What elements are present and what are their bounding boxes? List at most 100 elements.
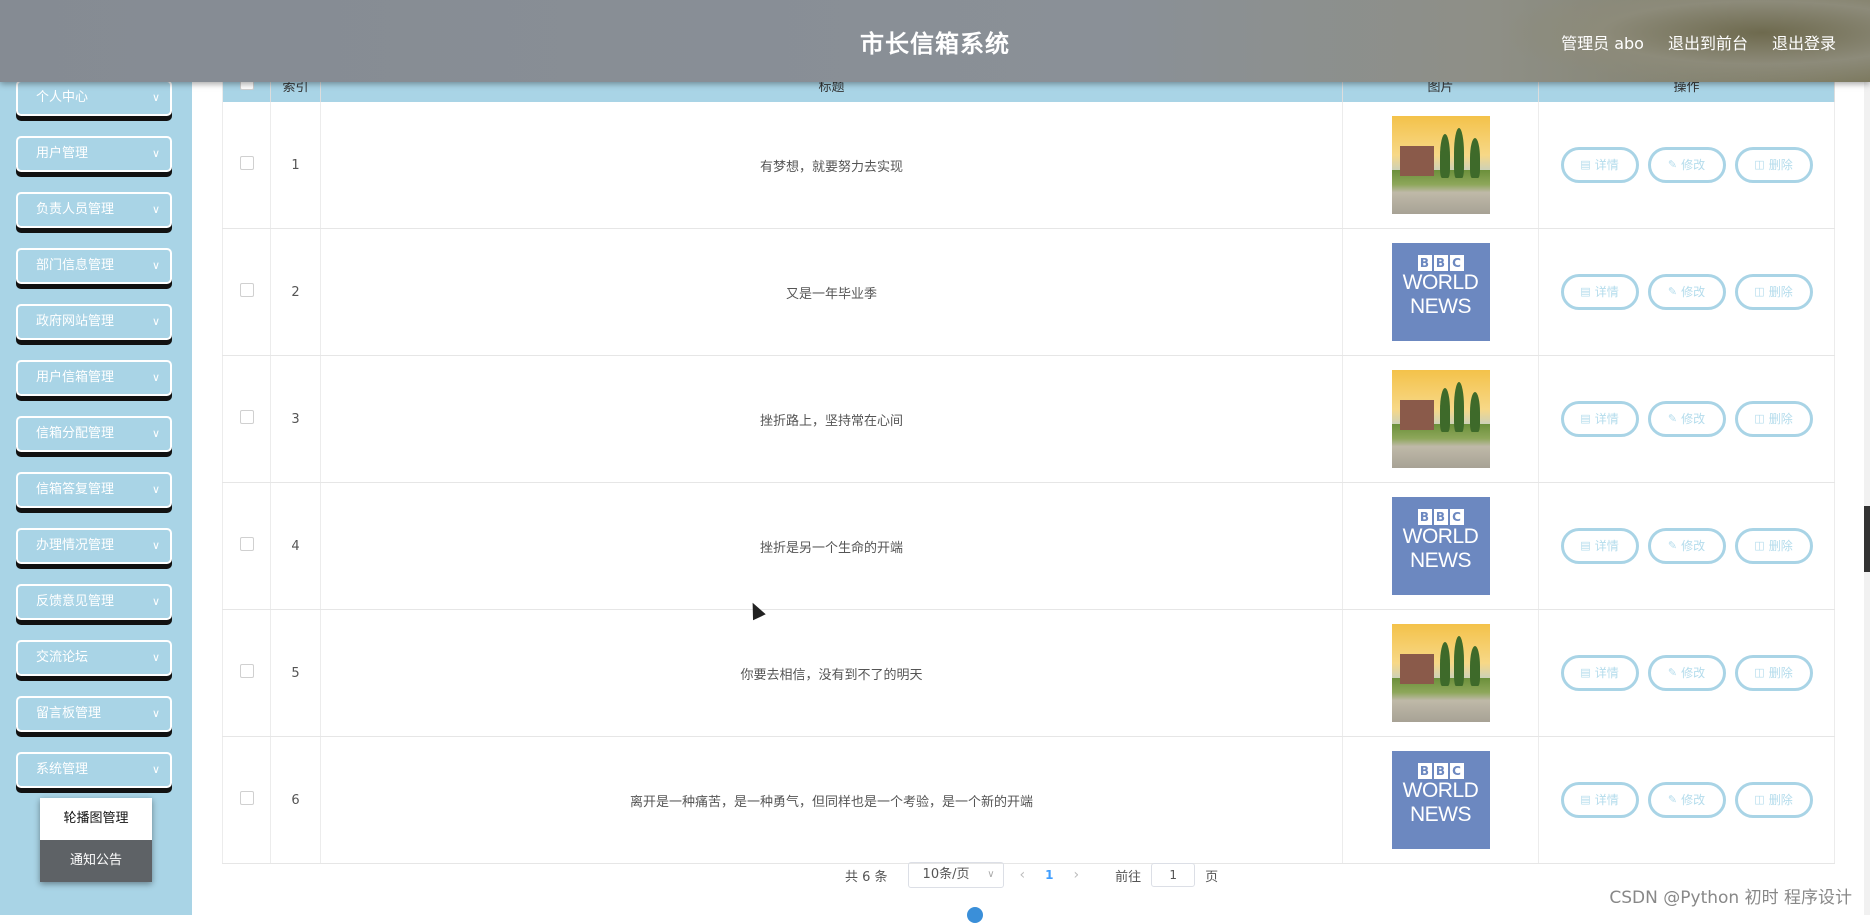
sidebar-item-department-management[interactable]: 部门信息管理 ∨: [16, 248, 172, 284]
sidebar-item-label: 办理情况管理: [36, 538, 115, 553]
detail-button[interactable]: ▤ 详情: [1560, 401, 1639, 437]
row-checkbox-cell[interactable]: [222, 609, 271, 737]
delete-button[interactable]: ◫ 删除: [1734, 274, 1813, 310]
chevron-down-icon: ∨: [151, 427, 160, 440]
sidebar-item-label: 用户信箱管理: [36, 370, 115, 385]
backtop-dot[interactable]: [967, 907, 983, 923]
bbc-text-world: WORLD: [1402, 779, 1479, 802]
page-size-value: 10条/页: [922, 867, 970, 882]
submenu-item-carousel[interactable]: 轮播图管理: [40, 798, 152, 840]
scrollbar-thumb[interactable]: [1864, 506, 1870, 572]
exit-to-front-link[interactable]: 退出到前台: [1668, 30, 1748, 54]
trash-icon: ◫: [1754, 666, 1765, 679]
sidebar-item-staff-management[interactable]: 负责人员管理 ∨: [16, 192, 172, 228]
detail-button[interactable]: ▤ 详情: [1560, 528, 1639, 564]
goto-page-input[interactable]: 1: [1151, 863, 1196, 887]
trash-icon: ◫: [1754, 793, 1765, 806]
row-index: 2: [270, 228, 321, 356]
row-image-cell: BBC WORLD NEWS: [1342, 482, 1539, 610]
row-title: 挫折路上，坚持常在心间: [320, 355, 1343, 483]
document-icon: ▤: [1580, 539, 1591, 552]
row-image-cell: BBC WORLD NEWS: [1342, 228, 1539, 356]
user-area: 管理员 abo 退出到前台 退出登录: [1561, 30, 1836, 54]
pencil-icon: ✎: [1667, 285, 1678, 298]
row-index: 3: [270, 355, 321, 483]
vertical-scrollbar[interactable]: [1864, 82, 1870, 915]
table-row: 6 离开是一种痛苦，是一种勇气，但同样也是一个考验，是一个新的开端 BBC WO…: [222, 736, 1835, 864]
sidebar-item-user-mailbox-management[interactable]: 用户信箱管理 ∨: [16, 360, 172, 396]
sidebar-item-system-management[interactable]: 系统管理 ∨: [16, 752, 172, 788]
pagination: 共 6 条 10条/页 ∨ ‹ 1 › 前往 1 页: [845, 862, 1218, 888]
pencil-icon: ✎: [1667, 539, 1678, 552]
sidebar-item-message-board-management[interactable]: 留言板管理 ∨: [16, 696, 172, 732]
edit-button[interactable]: ✎ 修改: [1647, 147, 1726, 183]
row-checkbox-cell[interactable]: [222, 482, 271, 610]
chevron-down-icon: ∨: [151, 203, 160, 216]
detail-button[interactable]: ▤ 详情: [1560, 147, 1639, 183]
delete-button[interactable]: ◫ 删除: [1734, 401, 1813, 437]
delete-button[interactable]: ◫ 删除: [1734, 655, 1813, 691]
sidebar: 个人中心 ∨ 用户管理 ∨ 负责人员管理 ∨ 部门信息管理 ∨ 政府网站管理 ∨ 用户信箱…: [0, 0, 192, 915]
sidebar-item-forum[interactable]: 交流论坛 ∨: [16, 640, 172, 676]
sidebar-item-label: 留言板管理: [36, 706, 102, 721]
next-page-button[interactable]: ›: [1068, 867, 1086, 883]
row-image-cell: [1342, 355, 1539, 483]
chevron-down-icon: ∨: [151, 91, 160, 104]
edit-button[interactable]: ✎ 修改: [1647, 655, 1726, 691]
row-index: 1: [270, 102, 321, 229]
edit-button[interactable]: ✎ 修改: [1647, 274, 1726, 310]
sidebar-item-gov-website-management[interactable]: 政府网站管理 ∨: [16, 304, 172, 340]
row-checkbox[interactable]: [239, 537, 254, 551]
submenu-item-notice[interactable]: 通知公告: [40, 840, 152, 882]
edit-label: 修改: [1681, 158, 1706, 172]
sidebar-item-feedback-management[interactable]: 反馈意见管理 ∨: [16, 584, 172, 620]
row-checkbox-cell[interactable]: [222, 228, 271, 356]
row-checkbox-cell[interactable]: [222, 102, 271, 229]
row-actions: ▤ 详情 ✎ 修改 ◫ 删除: [1538, 102, 1835, 229]
row-checkbox[interactable]: [239, 410, 254, 424]
watermark: CSDN @Python 初时 程序设计: [1609, 888, 1852, 908]
sidebar-item-label: 部门信息管理: [36, 258, 115, 273]
chevron-down-icon: ∨: [151, 651, 160, 664]
row-checkbox-cell[interactable]: [222, 736, 271, 864]
delete-label: 删除: [1768, 793, 1793, 807]
delete-label: 删除: [1768, 412, 1793, 426]
chevron-down-icon: ∨: [151, 539, 160, 552]
logout-link[interactable]: 退出登录: [1772, 30, 1836, 54]
page-number-current[interactable]: 1: [1041, 868, 1057, 882]
detail-button[interactable]: ▤ 详情: [1560, 782, 1639, 818]
trash-icon: ◫: [1754, 539, 1765, 552]
sidebar-item-handling-status-management[interactable]: 办理情况管理 ∨: [16, 528, 172, 564]
detail-button[interactable]: ▤ 详情: [1560, 274, 1639, 310]
prev-page-button[interactable]: ‹: [1014, 867, 1032, 883]
sidebar-item-mailbox-assign-management[interactable]: 信箱分配管理 ∨: [16, 416, 172, 452]
delete-button[interactable]: ◫ 删除: [1734, 147, 1813, 183]
row-title: 离开是一种痛苦，是一种勇气，但同样也是一个考验，是一个新的开端: [320, 736, 1343, 864]
row-checkbox-cell[interactable]: [222, 355, 271, 483]
table-row: 2 又是一年毕业季 BBC WORLD NEWS ▤ 详情 ✎ 修改 ◫ 删除: [222, 228, 1835, 356]
edit-button[interactable]: ✎ 修改: [1647, 782, 1726, 818]
bbc-text-news: NEWS: [1410, 803, 1472, 826]
row-checkbox[interactable]: [239, 664, 254, 678]
bbc-logo: BBC: [1392, 751, 1490, 779]
detail-label: 详情: [1594, 285, 1619, 299]
row-checkbox[interactable]: [239, 283, 254, 297]
edit-button[interactable]: ✎ 修改: [1647, 528, 1726, 564]
row-checkbox[interactable]: [239, 791, 254, 805]
detail-button[interactable]: ▤ 详情: [1560, 655, 1639, 691]
row-checkbox[interactable]: [239, 156, 254, 170]
sidebar-item-user-management[interactable]: 用户管理 ∨: [16, 136, 172, 172]
delete-button[interactable]: ◫ 删除: [1734, 782, 1813, 818]
chevron-down-icon: ∨: [987, 869, 995, 880]
sidebar-item-mailbox-reply-management[interactable]: 信箱答复管理 ∨: [16, 472, 172, 508]
document-icon: ▤: [1580, 793, 1591, 806]
row-index: 5: [270, 609, 321, 737]
sidebar-item-personal-center[interactable]: 个人中心 ∨: [16, 80, 172, 116]
page-size-select[interactable]: 10条/页 ∨: [907, 862, 1004, 888]
row-image-campus: [1391, 370, 1490, 468]
edit-button[interactable]: ✎ 修改: [1647, 401, 1726, 437]
edit-label: 修改: [1681, 666, 1706, 680]
delete-button[interactable]: ◫ 删除: [1734, 528, 1813, 564]
document-icon: ▤: [1580, 158, 1591, 171]
chevron-down-icon: ∨: [151, 763, 160, 776]
